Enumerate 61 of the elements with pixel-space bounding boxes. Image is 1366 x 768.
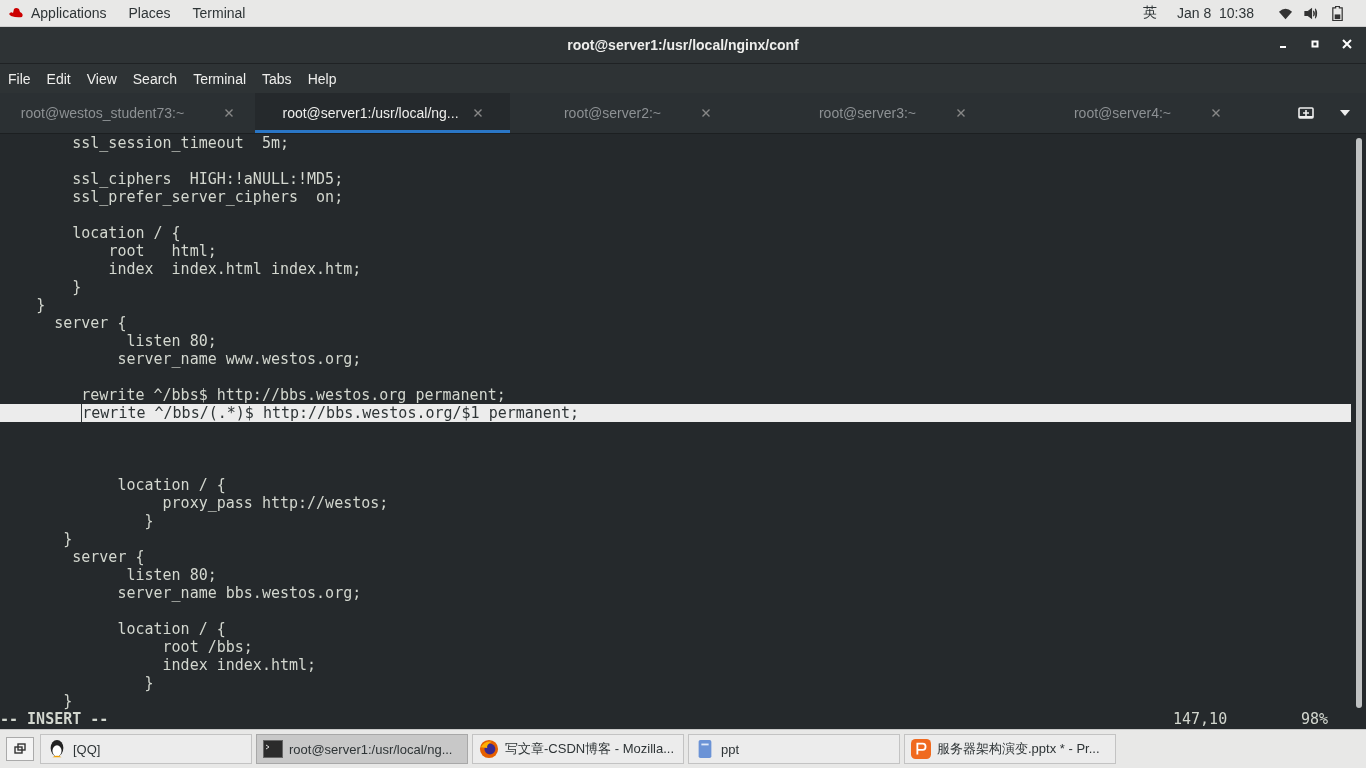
code-line: } (62, 530, 73, 548)
menu-item[interactable]: Terminal (193, 70, 247, 87)
mode-indicator: -- INSERT -- (0, 710, 110, 728)
volume-icon[interactable] (1304, 5, 1319, 21)
presentation-icon (911, 739, 931, 759)
code-line: ssl_prefer_server_ciphers on; (71, 188, 344, 206)
code-line: } (62, 692, 73, 710)
code-line: server { (53, 314, 127, 332)
clock[interactable]: Jan 8 10:38 (1176, 5, 1254, 21)
menu-item[interactable]: Tabs (262, 70, 292, 87)
top-menu[interactable]: Places (128, 5, 171, 21)
menu-item[interactable]: File (8, 70, 31, 87)
cursor-position: 147,10 (1173, 710, 1229, 728)
code-line: location / { (116, 620, 226, 638)
battery-icon[interactable] (1330, 5, 1345, 21)
taskbar-item[interactable]: ppt (688, 734, 900, 764)
code-line: ssl_session_timeout 5m; (71, 134, 289, 152)
terminal-tab[interactable]: root@server2:~ (510, 93, 765, 133)
code-line: location / { (116, 476, 226, 494)
code-line: index index.html; (161, 656, 317, 674)
taskbar-item[interactable]: 写文章-CSDN博客 - Mozilla... (472, 734, 684, 764)
code-line: } (143, 674, 154, 692)
terminal-tab[interactable]: root@server1:/usr/local/ng... (255, 93, 510, 133)
code-line: rewrite ^/bbs$ http://bbs.westos.org permanent; (80, 386, 506, 404)
code-line: proxy_pass http://westos; (161, 494, 389, 512)
code-line: root html; (107, 242, 217, 260)
taskbar-item[interactable]: root@server1:/usr/local/ng... (256, 734, 468, 764)
taskbar-item[interactable]: 服务器架构演变.pptx * - Pr... (904, 734, 1116, 764)
taskbar-item[interactable]: [QQ] (40, 734, 252, 764)
caret-icon[interactable] (1340, 110, 1350, 116)
code-line: index index.html index.htm; (107, 260, 362, 278)
scroll-percent: 98% (1301, 710, 1330, 728)
code-line: } (143, 512, 154, 530)
code-line: ssl_ciphers HIGH:!aNULL:!MD5; (71, 170, 344, 188)
code-line: } (71, 278, 82, 296)
show-desktop-icon[interactable] (6, 737, 34, 761)
code-line: server_name bbs.westos.org; (116, 584, 362, 602)
terminal-tab[interactable]: root@westos_student73:~ (0, 93, 255, 133)
menu-item[interactable]: Edit (46, 70, 71, 87)
new-tab-icon[interactable] (1298, 106, 1314, 120)
terminal-icon (263, 739, 283, 759)
code-line: root /bbs; (161, 638, 253, 656)
top-menu[interactable]: Terminal (192, 5, 246, 21)
input-method[interactable]: 英 (1142, 4, 1157, 22)
menu-item[interactable]: Search (132, 70, 178, 87)
menu-item[interactable]: View (86, 70, 117, 87)
scrollbar-thumb[interactable] (1355, 138, 1362, 708)
top-menu[interactable]: Applications (31, 5, 107, 21)
code-line: server_name www.westos.org; (116, 350, 362, 368)
terminal-tab[interactable]: root@server3:~ (765, 93, 1020, 133)
code-line: listen 80; (125, 566, 217, 584)
globe-icon (479, 739, 499, 759)
code-line: listen 80; (125, 332, 217, 350)
code-line: } (35, 296, 46, 314)
window-title: root@server1:/usr/local/nginx/conf (567, 37, 799, 53)
terminal-tab[interactable]: root@server4:~ (1020, 93, 1275, 133)
code-line: location / { (71, 224, 181, 242)
maximize-icon[interactable] (1310, 39, 1320, 49)
menu-item[interactable]: Help (307, 70, 337, 87)
code-line: rewrite ^/bbs/(.*)$ http://bbs.westos.org/$1 permanent; (80, 404, 579, 422)
code-line: server { (71, 548, 145, 566)
